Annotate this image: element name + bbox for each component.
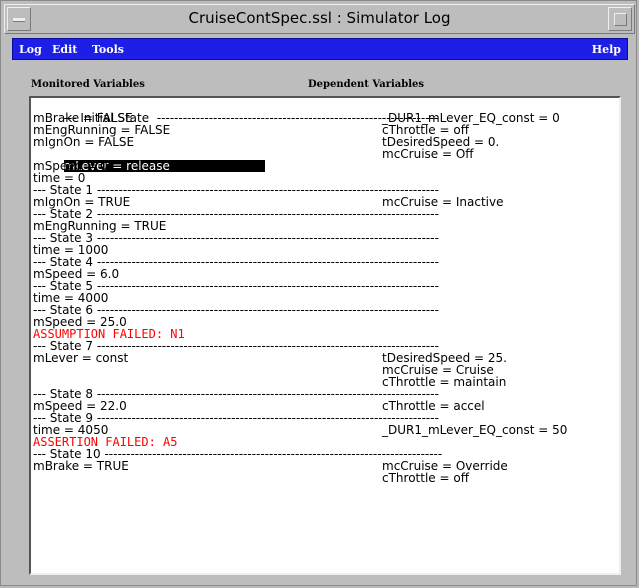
log-line: mcCruise = Off: [382, 147, 474, 161]
menu-tools[interactable]: Tools: [92, 43, 124, 56]
window-menu-button[interactable]: [7, 7, 31, 31]
menu-edit[interactable]: Edit: [52, 43, 77, 56]
log-line: mLever = const: [33, 351, 129, 365]
log-pane: Monitored Variables Dependent Variables …: [12, 64, 628, 580]
log-line: mBrake = TRUE: [33, 459, 129, 473]
log-line: _DUR1_mLever_EQ_const = 50: [382, 423, 568, 437]
monitored-variables-header: Monitored Variables: [31, 79, 145, 90]
log-line: mIgnOn = FALSE: [33, 135, 135, 149]
menu-log[interactable]: Log: [19, 43, 42, 56]
window-menu-icon: [13, 18, 25, 22]
title-bar[interactable]: CruiseContSpec.ssl : Simulator Log: [4, 4, 635, 34]
simulator-log-window: CruiseContSpec.ssl : Simulator Log Log E…: [0, 0, 637, 586]
dependent-variables-header: Dependent Variables: [308, 79, 425, 90]
simulator-log-text[interactable]: --- Initial State ----------------------…: [29, 96, 621, 575]
maximize-button[interactable]: [608, 7, 632, 31]
log-line: cThrottle = off: [382, 471, 469, 485]
maximize-icon: [614, 13, 627, 26]
window-title: CruiseContSpec.ssl : Simulator Log: [188, 9, 451, 27]
menu-bar: Log Edit Tools Help: [12, 38, 628, 60]
menu-help[interactable]: Help: [592, 43, 621, 56]
